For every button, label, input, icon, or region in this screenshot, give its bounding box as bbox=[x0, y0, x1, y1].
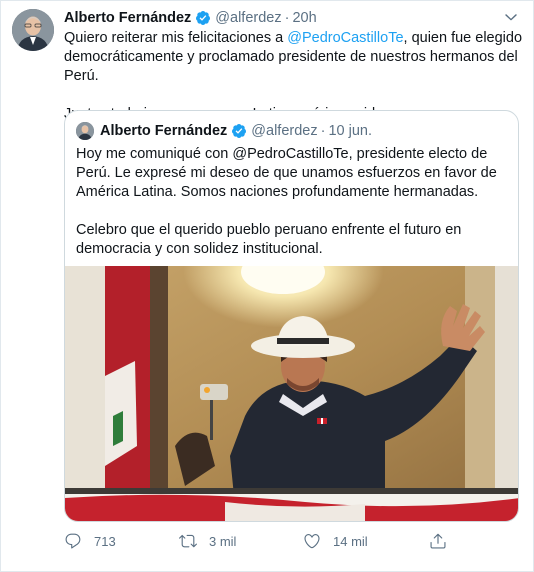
reply-icon bbox=[65, 533, 81, 549]
quoted-tweet[interactable]: Alberto Fernández @alferdez · 10 jun. Ho… bbox=[64, 110, 519, 522]
tweet-card[interactable]: Alberto Fernández @alferdez · 20h Quiero… bbox=[0, 0, 534, 572]
author-name[interactable]: Alberto Fernández bbox=[64, 10, 191, 26]
tweet-actions: 713 3 mil 14 mil bbox=[64, 532, 464, 552]
quoted-author-avatar bbox=[76, 122, 94, 140]
quoted-separator-dot: · bbox=[320, 123, 326, 139]
author-handle[interactable]: @alferdez bbox=[215, 10, 281, 26]
like-count: 14 mil bbox=[333, 533, 368, 549]
quoted-tweet-timestamp: 10 jun. bbox=[328, 123, 372, 139]
quoted-author-name: Alberto Fernández bbox=[100, 123, 228, 139]
tweet-timestamp[interactable]: 20h bbox=[292, 10, 316, 26]
quoted-tweet-header: Alberto Fernández @alferdez · 10 jun. bbox=[76, 122, 372, 140]
quoted-paragraph-2: Celebro que el querido pueblo peruano en… bbox=[76, 222, 462, 257]
separator-dot: · bbox=[284, 10, 290, 26]
heart-icon bbox=[304, 534, 320, 549]
retweet-icon bbox=[179, 534, 197, 548]
tweet-text-start: Quiero reiterar mis felicitaciones a bbox=[64, 30, 288, 46]
reply-button[interactable]: 713 bbox=[64, 532, 116, 550]
reply-count: 713 bbox=[94, 533, 116, 549]
chevron-down-icon[interactable] bbox=[501, 7, 521, 27]
like-button[interactable]: 14 mil bbox=[303, 532, 368, 550]
retweet-button[interactable]: 3 mil bbox=[179, 532, 236, 550]
share-icon bbox=[430, 533, 446, 549]
quoted-tweet-text: Hoy me comuniqué con @PedroCastilloTe, p… bbox=[76, 145, 512, 259]
retweet-count: 3 mil bbox=[209, 533, 237, 549]
verified-badge-icon bbox=[195, 10, 211, 26]
tweet-paragraph-1: Quiero reiterar mis felicitaciones a @Pe… bbox=[64, 29, 526, 86]
quoted-paragraph-1: Hoy me comuniqué con @PedroCastilloTe, p… bbox=[76, 146, 497, 200]
quoted-tweet-photo[interactable] bbox=[65, 266, 518, 521]
tweet-header: Alberto Fernández @alferdez · 20h bbox=[64, 10, 493, 26]
quoted-author-handle: @alferdez bbox=[251, 123, 318, 139]
verified-badge-icon bbox=[231, 123, 247, 139]
author-avatar[interactable] bbox=[12, 9, 54, 51]
mention-link[interactable]: @PedroCastilloTe bbox=[287, 30, 403, 46]
share-button[interactable] bbox=[429, 532, 447, 550]
